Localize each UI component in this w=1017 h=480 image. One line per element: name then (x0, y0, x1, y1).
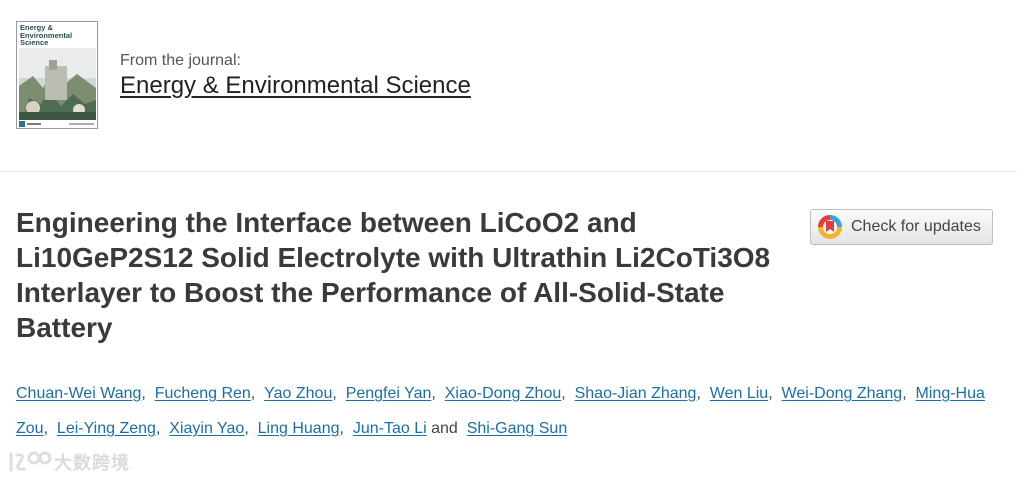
cover-publisher-logo (19, 121, 94, 127)
author-conjunction: and (431, 420, 458, 437)
cover-artwork (19, 48, 96, 120)
author-link[interactable]: Fucheng Ren (155, 385, 251, 402)
journal-name-link[interactable]: Energy & Environmental Science (120, 72, 471, 100)
watermark-text: 大数跨境 (54, 453, 130, 474)
cover-title: Energy & Environmental Science (20, 23, 73, 47)
author-separator: , (696, 385, 701, 402)
watermark: 大数跨境 (8, 449, 130, 475)
author-link[interactable]: Pengfei Yan (346, 385, 432, 402)
article-title: Engineering the Interface between LiCoO2… (16, 207, 771, 343)
author-separator: , (768, 385, 773, 402)
author-separator: , (339, 420, 344, 437)
author-link[interactable]: Jun-Tao Li (353, 420, 427, 437)
author-separator: , (431, 385, 436, 402)
author-link[interactable]: Shao-Jian Zhang (575, 385, 697, 402)
author-separator: , (43, 420, 49, 437)
author-link[interactable]: Yao Zhou (264, 385, 332, 402)
author-separator: , (244, 420, 249, 437)
crossmark-icon (818, 215, 842, 239)
author-link[interactable]: Lei-Ying Zeng (57, 420, 156, 437)
author-separator: , (332, 385, 337, 402)
author-link[interactable]: Wei-Dong Zhang (782, 385, 903, 402)
author-link[interactable]: Xiao-Dong Zhou (445, 385, 562, 402)
check-for-updates-label: Check for updates (851, 218, 981, 235)
author-link[interactable]: Wen Liu (710, 385, 768, 402)
check-for-updates-button[interactable]: Check for updates (810, 209, 993, 245)
author-link[interactable]: Shi-Gang Sun (467, 420, 568, 437)
watermark-logo-icon (9, 451, 52, 472)
header-divider (0, 171, 1017, 172)
author-separator: , (561, 385, 566, 402)
author-link[interactable]: Ling Huang (258, 420, 340, 437)
from-journal-label: From the journal: (120, 52, 241, 69)
author-link[interactable]: Chuan-Wei Wang (16, 385, 141, 402)
journal-cover-image[interactable]: Energy & Environmental Science (16, 21, 98, 129)
author-list: Chuan-Wei Wang, Fucheng Ren, Yao Zhou, P… (16, 376, 1001, 446)
author-link[interactable]: Xiayin Yao (169, 420, 244, 437)
author-separator: , (902, 385, 907, 402)
author-separator: , (141, 385, 146, 402)
author-separator: , (155, 420, 161, 437)
author-separator: , (250, 385, 256, 402)
journal-header: Energy & Environmental Science From the … (0, 0, 1017, 150)
